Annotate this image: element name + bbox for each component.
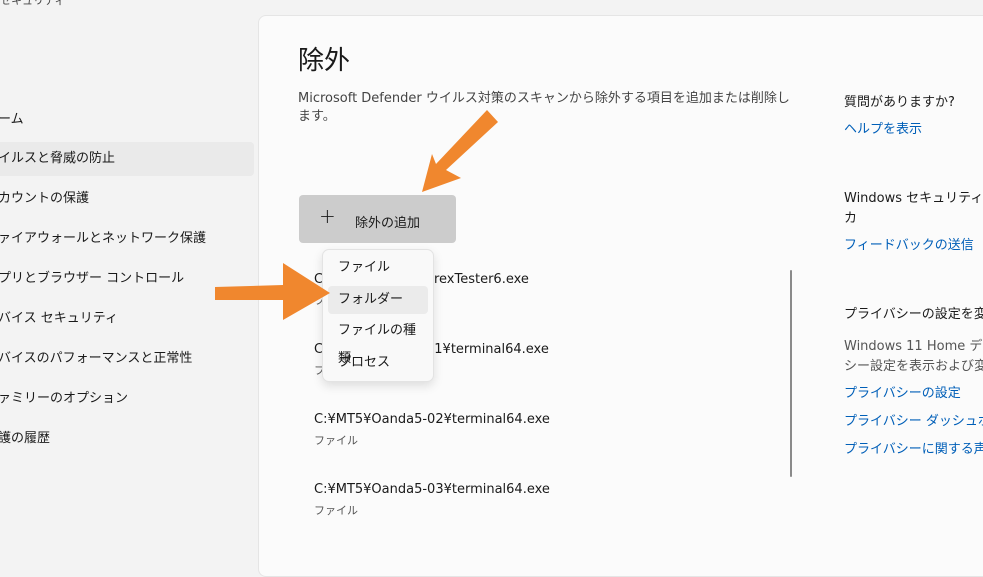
sidebar-item-home[interactable]: ーム bbox=[0, 103, 254, 137]
page-description: Microsoft Defender ウイルス対策のスキャンから除外する項目を追… bbox=[298, 91, 790, 124]
sidebar-item-label: カウントの保護 bbox=[0, 191, 90, 206]
exclusion-path[interactable]: C:¥MT5¥Oanda5-02¥terminal64.exe bbox=[314, 412, 550, 427]
question-heading: 質問がありますか? bbox=[844, 95, 955, 110]
menu-item-folder[interactable]: フォルダー bbox=[328, 286, 428, 314]
sidebar-item-virus-protection[interactable]: イルスと脅威の防止 bbox=[0, 142, 254, 176]
sidebar-item-firewall[interactable]: ァイアウォールとネットワーク保護 bbox=[0, 222, 254, 256]
plus-icon: + bbox=[319, 204, 336, 228]
feedback-text: Windows セキュリティの bbox=[844, 191, 983, 206]
menu-item-process[interactable]: プロセス bbox=[328, 349, 428, 377]
exclusion-type: ファイル bbox=[314, 434, 358, 447]
privacy-heading: プライバシーの設定を変更 bbox=[844, 307, 983, 322]
add-exclusion-label: 除外の追加 bbox=[355, 216, 421, 231]
sidebar-item-label: 護の履歴 bbox=[0, 431, 51, 446]
sidebar-item-protection-history[interactable]: 護の履歴 bbox=[0, 422, 254, 456]
sidebar-item-label: ァミリーのオプション bbox=[0, 391, 129, 406]
sidebar-item-label: イルスと脅威の防止 bbox=[0, 151, 116, 166]
page-title: 除外 bbox=[298, 46, 351, 76]
sidebar-item-device-performance[interactable]: バイスのパフォーマンスと正常性 bbox=[0, 342, 254, 376]
privacy-settings-link[interactable]: プライバシーの設定 bbox=[844, 382, 961, 401]
menu-item-file-type[interactable]: ファイルの種類 bbox=[328, 317, 428, 366]
sidebar-item-family-options[interactable]: ァミリーのオプション bbox=[0, 382, 254, 416]
add-exclusion-button[interactable]: + 除外の追加 bbox=[299, 195, 456, 243]
scrollbar[interactable] bbox=[790, 270, 792, 477]
sidebar-item-device-security[interactable]: バイス セキュリティ bbox=[0, 302, 254, 336]
feedback-link[interactable]: フィードバックの送信 bbox=[844, 234, 974, 253]
sidebar-item-account-protection[interactable]: カウントの保護 bbox=[0, 182, 254, 216]
privacy-dashboard-link[interactable]: プライバシー ダッシュボード bbox=[844, 410, 983, 429]
sidebar-item-label: ァイアウォールとネットワーク保護 bbox=[0, 231, 207, 246]
help-link[interactable]: ヘルプを表示 bbox=[844, 118, 922, 137]
exclusion-type: ファイル bbox=[314, 504, 358, 517]
sidebar-nav: ーム イルスと脅威の防止 カウントの保護 ァイアウォールとネットワーク保護 プリ… bbox=[0, 0, 258, 549]
privacy-text: Windows 11 Home デ bbox=[844, 339, 983, 354]
sidebar-item-app-browser-control[interactable]: プリとブラウザー コントロール bbox=[0, 262, 254, 296]
feedback-text-cont: カ bbox=[844, 211, 858, 226]
sidebar-item-label: バイス セキュリティ bbox=[0, 311, 118, 326]
sidebar-item-label: プリとブラウザー コントロール bbox=[0, 271, 185, 286]
exclusion-path[interactable]: C:¥MT5¥Oanda5-03¥terminal64.exe bbox=[314, 482, 550, 497]
menu-item-file[interactable]: ファイル bbox=[328, 254, 428, 282]
privacy-text-cont: シー設定を表示および変 bbox=[844, 359, 983, 374]
privacy-statement-link[interactable]: プライバシーに関する声明 bbox=[844, 438, 983, 457]
sidebar-item-label: ーム bbox=[0, 112, 24, 127]
add-exclusion-menu: ファイル フォルダー ファイルの種類 プロセス bbox=[322, 249, 434, 382]
sidebar-item-label: バイスのパフォーマンスと正常性 bbox=[0, 351, 193, 366]
